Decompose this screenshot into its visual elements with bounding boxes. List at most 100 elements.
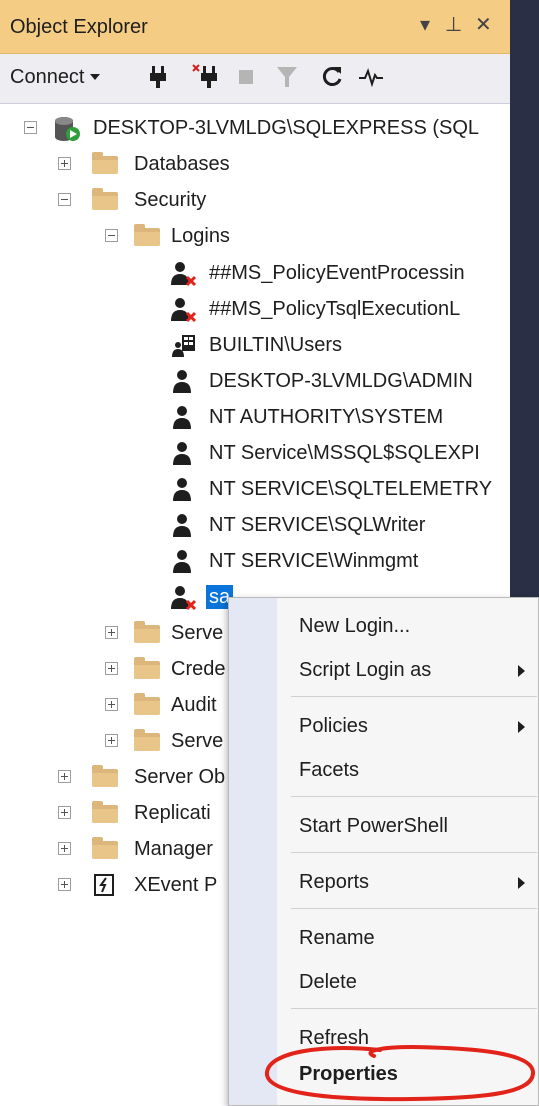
menu-item-policies[interactable]: Policies [277,706,539,746]
login-label: ##MS_PolicyEventProcessin [209,262,465,284]
databases-label: Databases [134,153,230,175]
close-icon[interactable]: ✕ [475,13,492,37]
server-label: DESKTOP-3LVMLDG\SQLEXPRESS (SQL [93,117,480,139]
expand-icon[interactable] [105,734,118,747]
refresh-icon[interactable] [320,64,344,90]
login-icon [172,369,198,393]
login-icon [172,549,198,573]
expand-icon[interactable] [58,770,71,783]
login-icon [172,405,198,429]
connect-label: Connect [10,65,85,88]
disconnect-icon[interactable] [192,64,220,90]
menu-icon-gutter [229,598,277,1105]
logins-label: Logins [171,225,230,247]
security-label: Security [134,189,207,211]
tree-node-login[interactable]: BUILTIN\Users [0,327,510,363]
database-server-icon [52,116,80,141]
security-child-label: Serve [171,730,224,752]
menu-item-start-powershell[interactable]: Start PowerShell [277,806,539,846]
submenu-arrow-icon [518,665,525,677]
tree-node-server[interactable]: DESKTOP-3LVMLDG\SQLEXPRESS (SQL [0,110,510,146]
login-label: NT Service\MSSQL$SQLEXPI [209,442,480,464]
login-label: DESKTOP-3LVMLDG\ADMIN [209,370,473,392]
collapse-icon[interactable] [58,193,71,206]
folder-icon [92,765,118,789]
menu-separator [291,1008,537,1009]
expand-icon[interactable] [58,842,71,855]
tree-node-login[interactable]: NT AUTHORITY\SYSTEM [0,399,510,435]
server-child-label: Server Ob [134,766,226,788]
filter-icon[interactable] [276,64,298,90]
folder-icon [134,224,160,248]
login-icon [172,477,198,501]
expand-icon[interactable] [105,626,118,639]
connect-icon[interactable] [148,64,168,90]
tree-node-logins[interactable]: Logins [0,218,510,254]
menu-separator [291,908,537,909]
menu-item-label: New Login... [299,615,411,637]
security-child-label: Serve [171,622,224,644]
expand-icon[interactable] [105,662,118,675]
menu-separator [291,696,537,697]
menu-item-label: Start PowerShell [299,815,448,837]
tree-node-security[interactable]: Security [0,182,510,218]
expand-icon[interactable] [58,157,71,170]
folder-icon [134,621,160,645]
window-position-dropdown-icon[interactable]: ▾ [420,13,430,37]
menu-item-label: Properties [299,1063,398,1085]
security-child-label: Crede [171,658,226,680]
folder-icon [134,729,160,753]
menu-item-rename[interactable]: Rename [277,918,539,958]
folder-icon [92,188,118,212]
panel-title: Object Explorer [10,16,148,38]
login-disabled-icon [170,261,197,287]
tree-node-login[interactable]: NT SERVICE\Winmgmt [0,543,510,579]
menu-item-delete[interactable]: Delete [277,962,539,1002]
tree-node-login[interactable]: ##MS_PolicyTsqlExecutionL [0,291,510,327]
object-explorer-title-bar: Object Explorer ▾ ⊥ ✕ [0,0,510,54]
server-child-label: Replicati [134,802,211,824]
pin-icon[interactable]: ⊥ [445,13,462,37]
menu-item-facets[interactable]: Facets [277,750,539,790]
server-child-label: XEvent P [134,874,218,896]
folder-icon [92,152,118,176]
expand-icon[interactable] [105,698,118,711]
menu-item-label: Policies [299,715,368,737]
security-child-label: Audit [171,694,217,716]
server-child-label: Manager [134,838,213,860]
activity-monitor-icon[interactable] [358,64,384,90]
login-label: BUILTIN\Users [209,334,342,356]
stop-icon[interactable] [238,64,254,90]
menu-item-new-login[interactable]: New Login... [277,606,539,646]
tree-node-login[interactable]: DESKTOP-3LVMLDG\ADMIN [0,363,510,399]
object-explorer-toolbar: Connect [0,54,510,104]
submenu-arrow-icon [518,721,525,733]
group-login-icon [170,333,196,357]
expand-icon[interactable] [58,878,71,891]
folder-icon [92,837,118,861]
login-label: NT SERVICE\SQLTELEMETRY [209,478,493,500]
menu-item-label: Delete [299,971,357,993]
xevent-profiler-icon [92,873,118,897]
menu-separator [291,852,537,853]
tree-node-databases[interactable]: Databases [0,146,510,182]
menu-item-label: Refresh [299,1027,370,1049]
tree-node-login[interactable]: NT Service\MSSQL$SQLEXPI [0,435,510,471]
collapse-icon[interactable] [105,229,118,242]
menu-item-refresh[interactable]: Refresh [277,1018,539,1058]
chevron-down-icon [89,74,100,80]
menu-item-reports[interactable]: Reports [277,862,539,902]
connect-dropdown-button[interactable]: Connect [10,64,101,90]
tree-node-login[interactable]: NT SERVICE\SQLTELEMETRY [0,471,510,507]
login-disabled-icon [170,297,197,323]
tree-node-login[interactable]: ##MS_PolicyEventProcessin [0,255,510,291]
login-label: NT SERVICE\Winmgmt [209,550,419,572]
submenu-arrow-icon [518,877,525,889]
menu-item-properties[interactable]: Properties [277,1054,539,1094]
tree-node-login[interactable]: NT SERVICE\SQLWriter [0,507,510,543]
collapse-icon[interactable] [24,121,37,134]
menu-item-script-login-as[interactable]: Script Login as [277,650,539,690]
expand-icon[interactable] [58,806,71,819]
folder-icon [134,693,160,717]
menu-item-label: Rename [299,927,375,949]
